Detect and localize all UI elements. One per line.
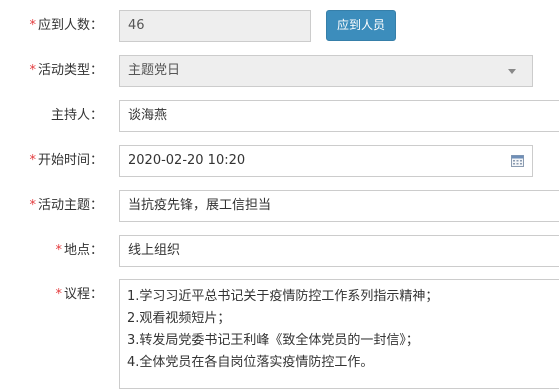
location-input[interactable]: 线上组织 (119, 235, 559, 267)
attendees-list-button[interactable]: 应到人员 (326, 10, 396, 41)
agenda-label: * 议程： (55, 287, 103, 302)
start-time-input[interactable]: 2020-02-20 10:20 (119, 145, 533, 177)
required-marker: * (29, 153, 36, 168)
calendar-icon[interactable] (511, 155, 524, 167)
start-time-label: * 开始时间： (29, 153, 103, 168)
required-marker: * (29, 63, 36, 78)
chevron-down-icon (508, 69, 516, 74)
attendees-count-field[interactable]: 46 (119, 10, 311, 42)
theme-label: * 活动主题： (29, 198, 103, 213)
attendees-label: * 应到人数： (29, 18, 103, 33)
agenda-textarea[interactable]: 1.学习习近平总书记关于疫情防控工作系列指示精神； 2.观看视频短片； 3.转发… (119, 279, 559, 389)
activity-type-select[interactable]: 主题党日 (119, 55, 533, 87)
required-marker: * (55, 287, 62, 302)
theme-input[interactable]: 当抗疫先锋，展工信担当 (119, 190, 559, 222)
agenda-line: 1.学习习近平总书记关于疫情防控工作系列指示精神； (127, 289, 439, 304)
agenda-line: 2.观看视频短片； (127, 311, 231, 326)
agenda-line: 3.转发局党委书记王利峰《致全体党员的一封信》； (127, 333, 419, 348)
required-marker: * (55, 243, 62, 258)
host-label: 主持人： (50, 108, 103, 123)
required-marker: * (29, 18, 36, 33)
required-marker: * (29, 198, 36, 213)
agenda-line: 4.全体党员在各自岗位落实疫情防控工作。 (127, 355, 374, 370)
location-label: * 地点： (55, 243, 103, 258)
activity-type-label: * 活动类型： (29, 63, 103, 78)
host-input[interactable]: 谈海燕 (119, 100, 559, 132)
